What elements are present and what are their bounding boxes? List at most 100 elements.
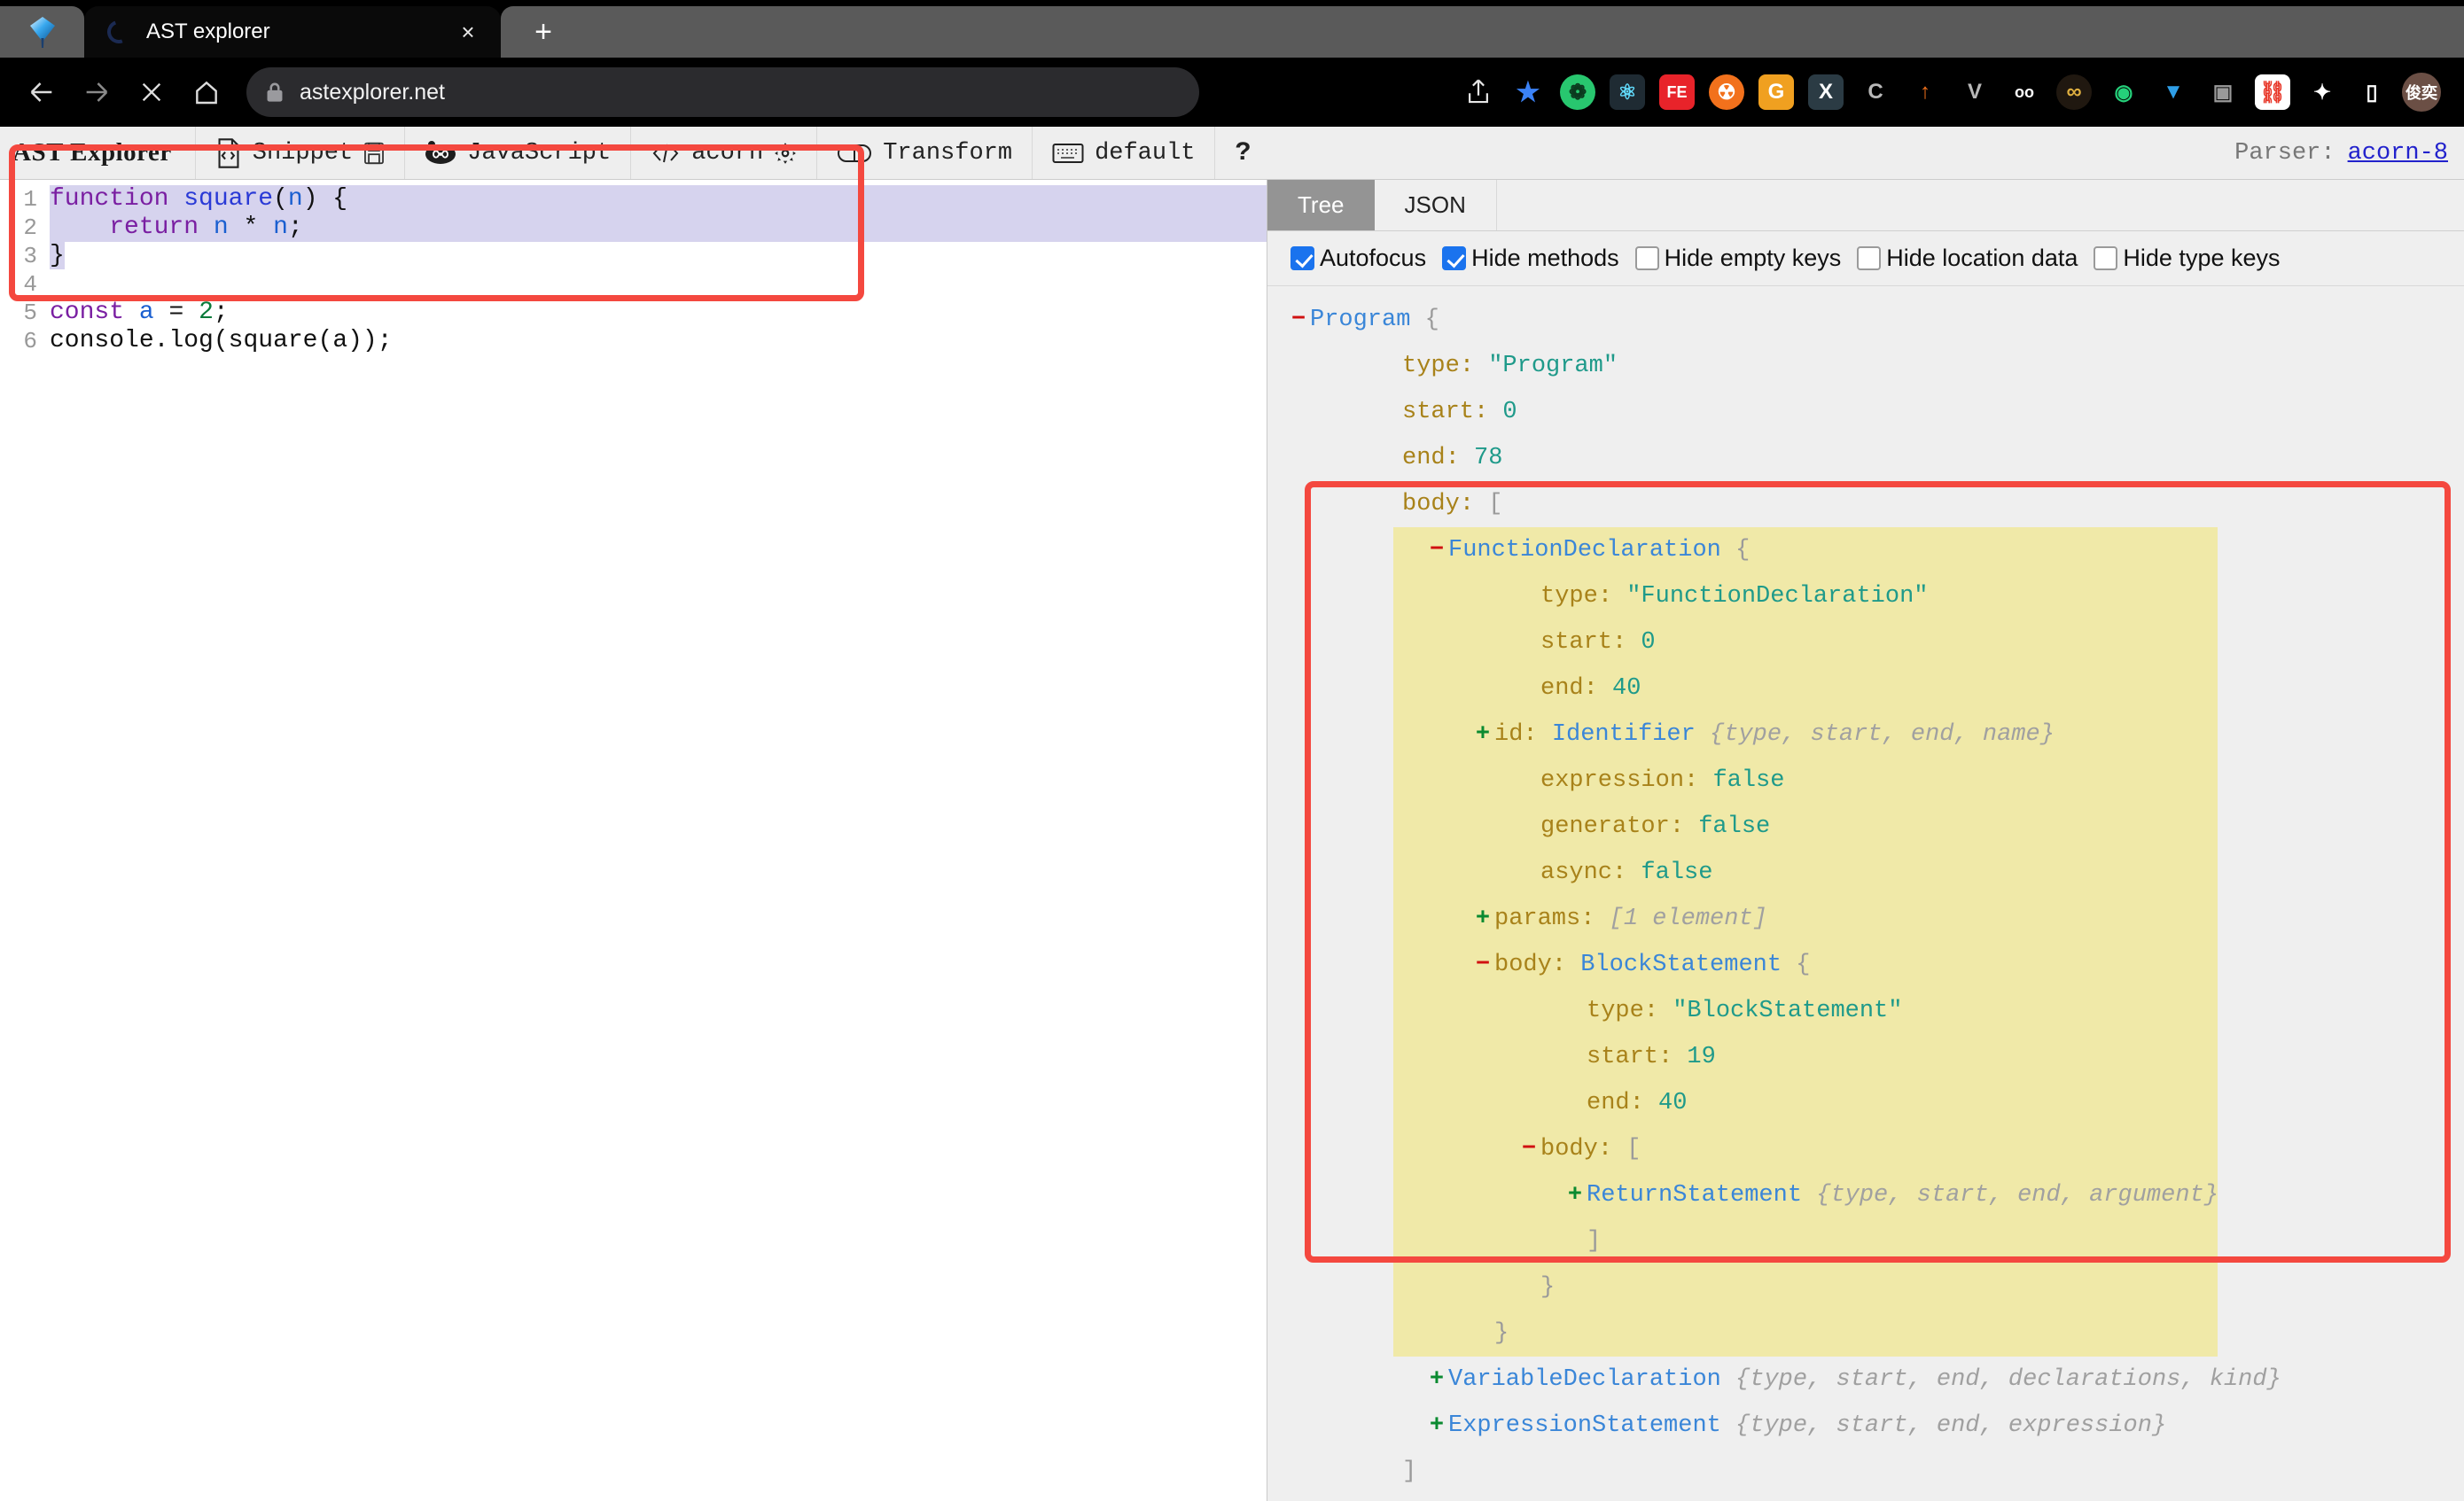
- tree-row[interactable]: type: "Program": [1267, 343, 2464, 389]
- address-bar[interactable]: astexplorer.net: [246, 67, 1199, 117]
- collapse-toggle-icon[interactable]: −: [1517, 1126, 1540, 1172]
- checkbox[interactable]: [1290, 246, 1314, 270]
- stop-button[interactable]: [124, 65, 179, 120]
- tree-row-text: end: 40: [1587, 1080, 1687, 1126]
- code-line[interactable]: 3}: [0, 242, 1267, 270]
- transform-menu[interactable]: Transform: [817, 127, 1033, 179]
- expand-toggle-icon[interactable]: +: [1425, 1403, 1448, 1449]
- code-line[interactable]: 6console.log(square(a));: [0, 327, 1267, 355]
- home-button[interactable]: [179, 65, 234, 120]
- tree-row[interactable]: end: 40: [1267, 1080, 2464, 1126]
- react-devtools-icon[interactable]: ⚛: [1602, 65, 1652, 120]
- tree-row[interactable]: −body: BlockStatement {: [1267, 942, 2464, 988]
- v-vue-icon[interactable]: V: [1950, 65, 2000, 120]
- tree-row[interactable]: type: "BlockStatement": [1267, 988, 2464, 1034]
- option-hide-methods[interactable]: Hide methods: [1442, 245, 1619, 272]
- tree-row[interactable]: expression: false: [1267, 758, 2464, 804]
- tree-row[interactable]: }: [1267, 1264, 2464, 1310]
- diamond-icon[interactable]: ▼: [2148, 65, 2198, 120]
- x-icon[interactable]: X: [1801, 65, 1851, 120]
- keymap-menu[interactable]: default: [1033, 127, 1215, 179]
- browser-tab[interactable]: AST explorer ×: [84, 6, 501, 58]
- collapse-toggle-icon[interactable]: −: [1425, 527, 1448, 573]
- tree-row[interactable]: ]: [1267, 1218, 2464, 1264]
- fe-icon[interactable]: FE: [1652, 65, 1702, 120]
- tree-row[interactable]: +ReturnStatement {type, start, end, argu…: [1267, 1172, 2464, 1218]
- tree-token: body: [1494, 952, 1552, 978]
- tree-row[interactable]: body: [: [1267, 481, 2464, 527]
- code-line[interactable]: 2 return n * n;: [0, 214, 1267, 242]
- tree-row[interactable]: async: false: [1267, 850, 2464, 896]
- code-line[interactable]: 5const a = 2;: [0, 299, 1267, 327]
- option-autofocus[interactable]: Autofocus: [1290, 245, 1426, 272]
- option-hide-location-data[interactable]: Hide location data: [1857, 245, 2078, 272]
- checkbox[interactable]: [1635, 246, 1659, 270]
- option-hide-empty-keys[interactable]: Hide empty keys: [1635, 245, 1842, 272]
- option-hide-type-keys[interactable]: Hide type keys: [2094, 245, 2280, 272]
- new-tab-button[interactable]: +: [526, 17, 561, 47]
- ast-tree[interactable]: −Program {type: "Program"start: 0end: 78…: [1267, 286, 2464, 1501]
- line-number: 6: [0, 327, 50, 355]
- gear-icon[interactable]: [774, 142, 797, 165]
- tree-row[interactable]: ]: [1267, 1449, 2464, 1495]
- share-button[interactable]: [1454, 65, 1503, 120]
- code-editor-pane[interactable]: 1function square(n) {2 return n * n;3}45…: [0, 180, 1267, 1501]
- close-icon[interactable]: ×: [455, 20, 481, 43]
- parser-menu[interactable]: acorn: [631, 127, 817, 179]
- up-arrow-icon[interactable]: ↑: [1900, 65, 1950, 120]
- tab-json[interactable]: JSON: [1375, 180, 1497, 230]
- tab-tree[interactable]: Tree: [1267, 180, 1375, 230]
- code-line[interactable]: 4: [0, 270, 1267, 299]
- tree-row[interactable]: +ExpressionStatement {type, start, end, …: [1267, 1403, 2464, 1449]
- tree-row[interactable]: −Program {: [1267, 297, 2464, 343]
- checker-warning-icon[interactable]: ▣: [2198, 65, 2248, 120]
- sitemap-icon[interactable]: ⛓: [2248, 65, 2297, 120]
- tree-token: :: [1684, 767, 1712, 794]
- bookmark-star-button[interactable]: ★: [1503, 65, 1553, 120]
- sidebar-toggle-icon[interactable]: ▯: [2347, 65, 2397, 120]
- snippet-menu[interactable]: Snippet: [196, 127, 405, 179]
- oo-icon[interactable]: oo: [2000, 65, 2049, 120]
- target-orbit-icon[interactable]: ◉: [2099, 65, 2148, 120]
- c-icon[interactable]: C: [1851, 65, 1900, 120]
- orange-node-icon[interactable]: ☢: [1702, 65, 1751, 120]
- expand-toggle-icon[interactable]: +: [1425, 1357, 1448, 1403]
- option-label: Hide methods: [1471, 245, 1619, 272]
- tree-row[interactable]: }: [1267, 1310, 2464, 1357]
- tree-row[interactable]: −FunctionDeclaration {: [1267, 527, 2464, 573]
- forward-button[interactable]: [69, 65, 124, 120]
- extension-icon-list: ❁⚛FE☢GXC↑Voo∞◉▼▣⛓✦▯: [1553, 65, 2397, 120]
- infinity-icon[interactable]: ∞: [2049, 65, 2099, 120]
- back-button[interactable]: [14, 65, 69, 120]
- expand-toggle-icon[interactable]: +: [1471, 896, 1494, 942]
- tree-token: type: [1587, 998, 1644, 1024]
- tree-row[interactable]: sourceType: "module": [1267, 1495, 2464, 1501]
- tree-row[interactable]: +params: [1 element]: [1267, 896, 2464, 942]
- tree-row[interactable]: type: "FunctionDeclaration": [1267, 573, 2464, 619]
- profile-avatar[interactable]: 俊奕: [2397, 65, 2446, 120]
- checkbox[interactable]: [2094, 246, 2117, 270]
- tree-row[interactable]: −body: [: [1267, 1126, 2464, 1172]
- collapse-toggle-icon[interactable]: −: [1471, 942, 1494, 988]
- expand-toggle-icon[interactable]: +: [1471, 712, 1494, 758]
- tree-row[interactable]: generator: false: [1267, 804, 2464, 850]
- extensions-puzzle-icon[interactable]: ✦: [2297, 65, 2347, 120]
- tree-row[interactable]: +VariableDeclaration {type, start, end, …: [1267, 1357, 2464, 1403]
- language-menu[interactable]: JavaScript: [405, 127, 631, 179]
- tree-row[interactable]: end: 40: [1267, 665, 2464, 712]
- tree-row[interactable]: start: 19: [1267, 1034, 2464, 1080]
- checkbox[interactable]: [1442, 246, 1466, 270]
- collapse-toggle-icon[interactable]: −: [1287, 297, 1310, 343]
- help-button[interactable]: ?: [1215, 127, 1270, 179]
- puzzle-green-icon[interactable]: ❁: [1553, 65, 1602, 120]
- expand-toggle-icon[interactable]: +: [1563, 1172, 1587, 1218]
- parser-version-link[interactable]: acorn-8: [2348, 140, 2448, 167]
- g-grammarly-icon[interactable]: G: [1751, 65, 1801, 120]
- tree-row[interactable]: start: 0: [1267, 389, 2464, 435]
- code-editor[interactable]: 1function square(n) {2 return n * n;3}45…: [0, 180, 1267, 355]
- code-line[interactable]: 1function square(n) {: [0, 185, 1267, 214]
- checkbox[interactable]: [1857, 246, 1881, 270]
- tree-row[interactable]: +id: Identifier {type, start, end, name}: [1267, 712, 2464, 758]
- tree-row[interactable]: end: 78: [1267, 435, 2464, 481]
- tree-row[interactable]: start: 0: [1267, 619, 2464, 665]
